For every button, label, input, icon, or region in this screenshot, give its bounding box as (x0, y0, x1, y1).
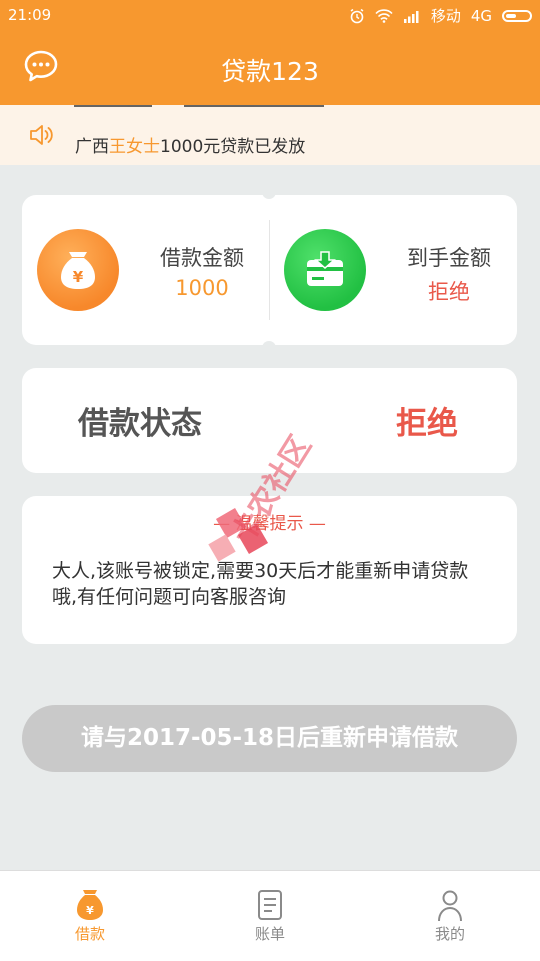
tip-card: — 温馨提示 — 大人,该账号被锁定,需要30天后才能重新申请贷款哦,有任何问题… (22, 496, 517, 644)
reapply-button[interactable]: 请与2017-05-18日后重新申请借款 (22, 705, 517, 772)
notice-message: 1000元贷款已发放 (160, 137, 306, 157)
wifi-icon (375, 8, 393, 23)
loan-status-label: 借款状态 (78, 406, 202, 442)
alarm-icon (349, 8, 365, 24)
notice-region: 广西 (75, 137, 109, 157)
notice-ticker[interactable]: 广西王女士1000元贷款已发放 (0, 105, 540, 165)
nav-bar: 贷款123 (0, 30, 540, 105)
carrier-label: 移动 (430, 7, 461, 25)
notice-previous-item (74, 105, 325, 115)
money-bag-icon: ¥ (37, 229, 119, 311)
loan-status-value: 拒绝 (396, 406, 458, 442)
received-amount-value: 拒绝 (428, 280, 470, 304)
signal-icon (403, 9, 421, 23)
received-amount-label: 到手金额 (407, 246, 491, 270)
bill-icon (225, 887, 315, 923)
battery-icon (502, 9, 532, 22)
card-notch (262, 341, 276, 351)
page-title: 贷款123 (221, 57, 319, 86)
card-notch (262, 189, 276, 199)
status-bar: 21:09 移动 4G (0, 0, 540, 30)
status-icons: 移动 4G (349, 5, 532, 26)
tab-mine-label: 我的 (434, 925, 465, 943)
tab-bill[interactable]: 账单 (225, 887, 315, 944)
top-bar: 21:09 移动 4G 贷款123 (0, 0, 540, 105)
loan-status-card: 借款状态 拒绝 (22, 368, 517, 473)
card-divider (269, 220, 270, 320)
tab-loan[interactable]: ¥ 借款 (45, 887, 135, 944)
status-time: 21:09 (8, 6, 52, 24)
money-bag-icon: ¥ (45, 887, 135, 923)
user-icon (405, 887, 495, 923)
tab-bill-label: 账单 (254, 925, 285, 943)
amount-card: ¥ 借款金额 1000 到手金额 拒绝 (22, 189, 517, 351)
tab-loan-label: 借款 (74, 925, 105, 943)
svg-text:¥: ¥ (86, 904, 94, 917)
wallet-download-icon (284, 229, 366, 311)
svg-text:¥: ¥ (73, 268, 84, 286)
network-label: 4G (470, 6, 492, 25)
tab-mine[interactable]: 我的 (405, 887, 495, 944)
borrow-amount-value: 1000 (175, 276, 229, 300)
bottom-tab-bar: ¥ 借款 账单 我的 (0, 870, 540, 961)
borrow-amount-label: 借款金额 (160, 246, 244, 270)
tip-title: — 温馨提示 — (213, 514, 326, 534)
notice-name: 王女士 (109, 137, 160, 157)
notice-text: 广西王女士1000元贷款已发放 (75, 132, 305, 157)
speaker-icon (28, 122, 54, 152)
tip-body: 大人,该账号被锁定,需要30天后才能重新申请贷款哦,有任何问题可向客服咨询 (52, 560, 469, 608)
